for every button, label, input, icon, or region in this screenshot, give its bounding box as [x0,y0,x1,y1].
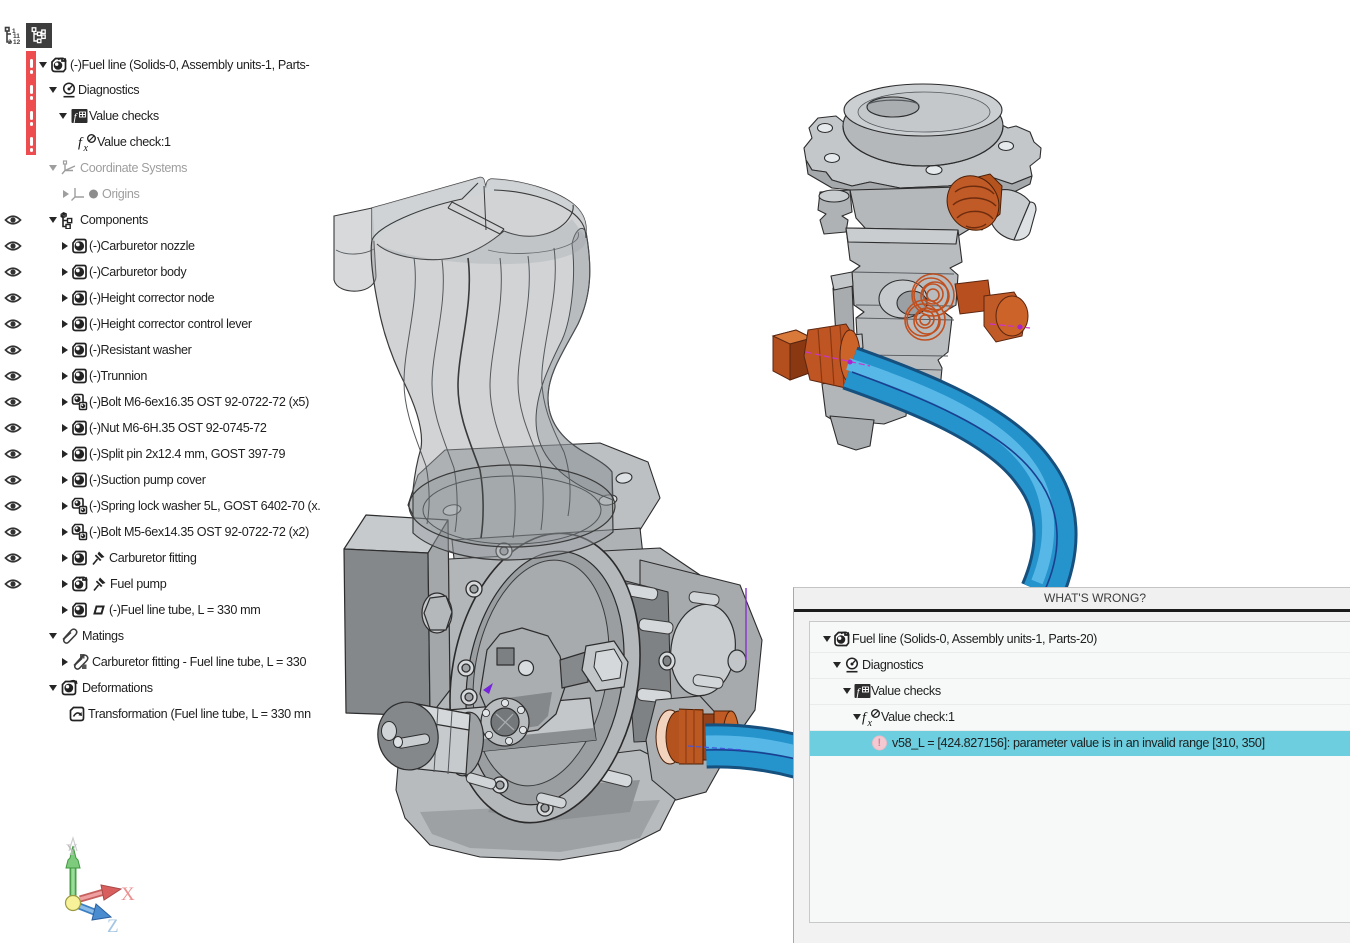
svg-text:Y: Y [66,842,78,859]
svg-text:12: 12 [13,39,21,45]
svg-text:2: 2 [8,39,12,45]
svg-text:Z: Z [107,916,119,937]
svg-text:X: X [121,884,135,905]
svg-text:x: x [867,718,873,727]
svg-text:x: x [83,143,89,152]
